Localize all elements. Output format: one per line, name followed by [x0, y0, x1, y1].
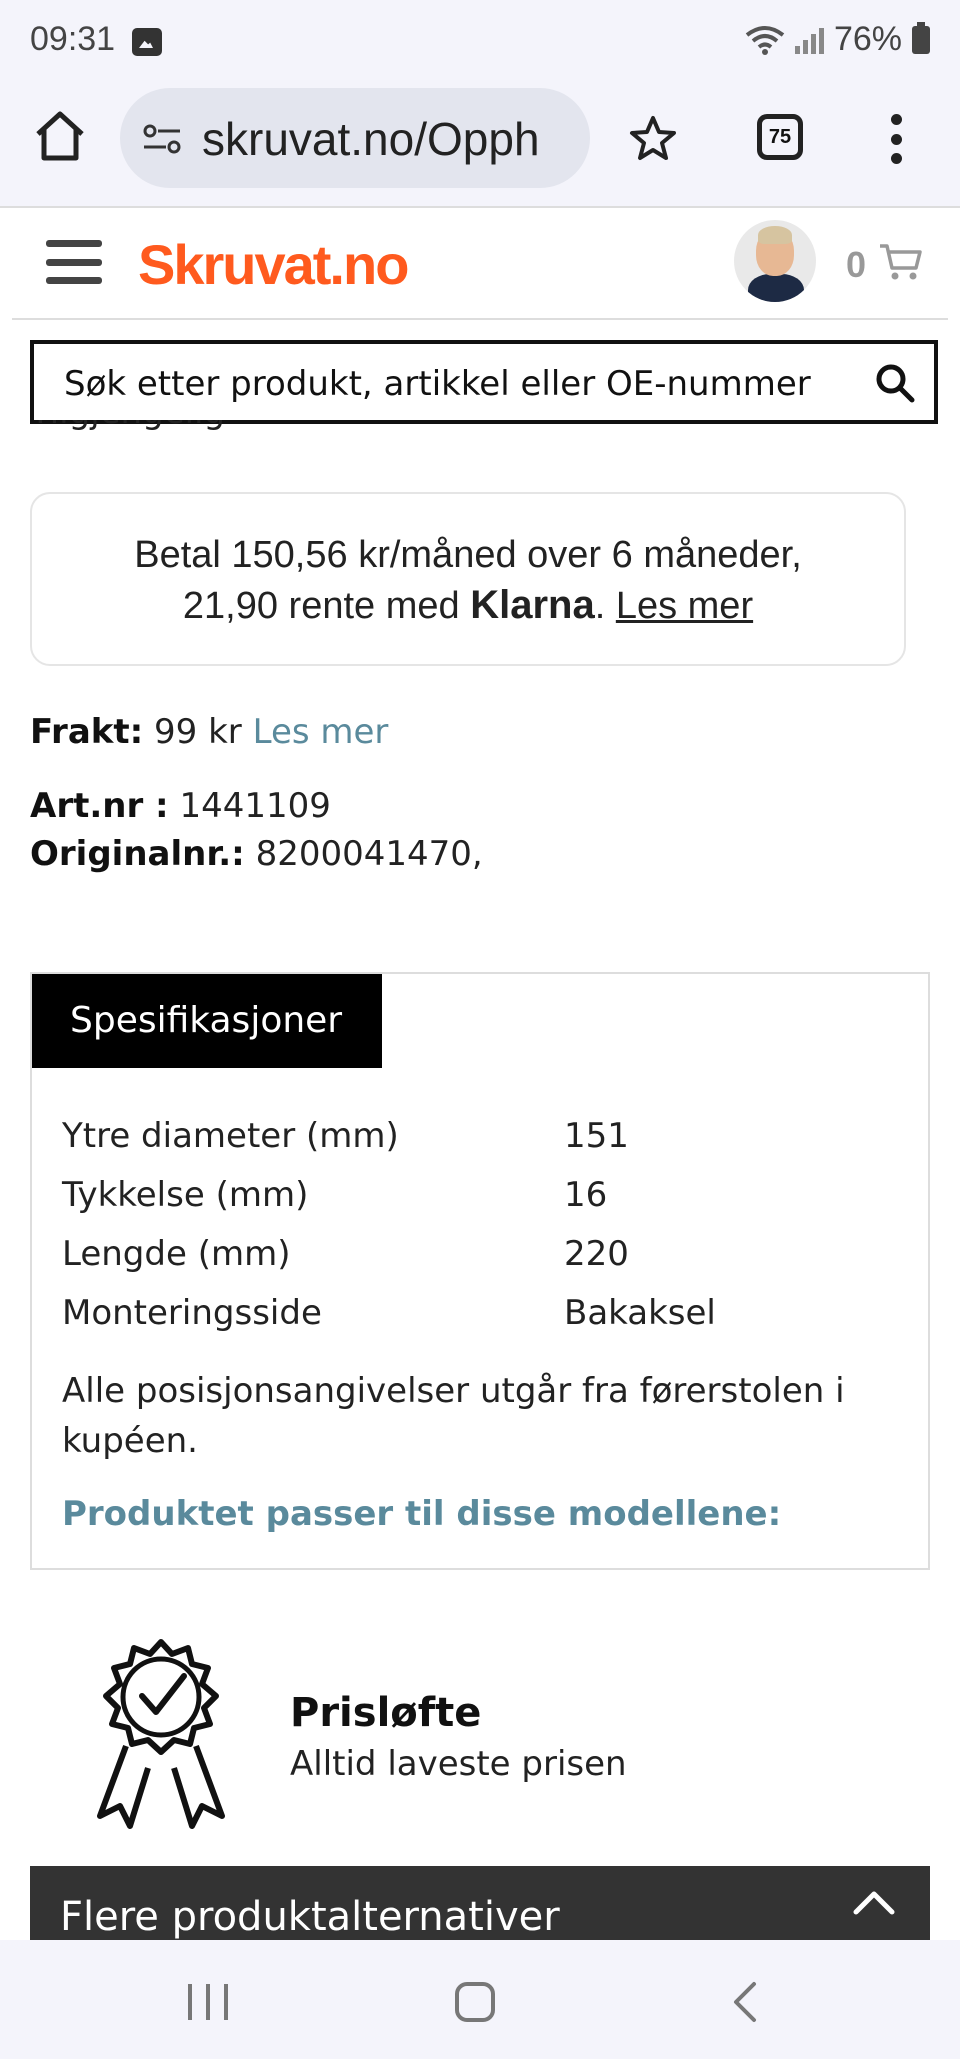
price-promise-subtitle: Alltid laveste prisen [290, 1744, 627, 1784]
signal-icon [794, 26, 824, 54]
site-settings-icon[interactable] [142, 124, 182, 154]
compatible-models-link[interactable]: Produktet passer til disse modellene: [62, 1494, 781, 1534]
clipped-text: Tilgjengelig [30, 420, 290, 450]
recent-apps-icon[interactable] [188, 1984, 228, 2020]
back-icon[interactable] [728, 1980, 762, 2024]
address-bar[interactable]: skruvat.no/Opph [120, 88, 590, 188]
klarna-line-2: 21,90 rente med Klarna. Les mer [182, 583, 754, 627]
home-button-icon[interactable] [455, 1982, 495, 2022]
url-text[interactable]: skruvat.no/Opph [202, 112, 572, 166]
status-bar: 09:31 76% [0, 0, 960, 84]
klarna-brand: Klarna [470, 583, 595, 627]
wifi-icon [745, 25, 785, 55]
spec-row: Lengde (mm) 220 [62, 1233, 629, 1274]
browser-menu-icon[interactable] [888, 114, 904, 164]
specifications-panel: Spesifikasjoner Ytre diameter (mm) 151 Ty… [30, 972, 930, 1570]
cart-icon[interactable] [878, 242, 922, 282]
original-number: Originalnr.: 8200041470, [30, 834, 483, 874]
chevron-up-icon[interactable] [852, 1888, 896, 1916]
spec-row: Ytre diameter (mm) 151 [62, 1115, 629, 1156]
site-logo[interactable]: Skruvat.no [138, 232, 409, 297]
battery-percent: 76% [833, 20, 902, 58]
browser-toolbar: skruvat.no/Opph 75 [0, 84, 960, 208]
system-nav-bar [0, 1940, 960, 2059]
price-promise-title: Prisløfte [290, 1690, 482, 1736]
cart-count[interactable]: 0 [846, 244, 866, 286]
shipping-read-more-link[interactable]: Les mer [253, 712, 389, 752]
hamburger-menu-icon[interactable] [46, 240, 102, 284]
shipping-info: Frakt: 99 kr Les mer [30, 712, 389, 752]
more-alternatives-accordion[interactable]: Flere produktalternativer [30, 1866, 930, 1940]
article-number: Art.nr : 1441109 [30, 786, 331, 826]
avatar[interactable] [734, 220, 816, 302]
search-placeholder[interactable]: Søk etter produkt, artikkel eller OE-num… [64, 364, 811, 404]
accordion-label[interactable]: Flere produktalternativer [60, 1894, 560, 1940]
klarna-line-1: Betal 150,56 kr/måned over 6 måneder, [134, 534, 802, 576]
klarna-read-more-link[interactable]: Les mer [616, 585, 753, 627]
status-time: 09:31 [30, 20, 116, 58]
tab-specifications[interactable]: Spesifikasjoner [32, 974, 382, 1068]
home-icon[interactable] [34, 110, 86, 162]
status-indicators: 76% [745, 20, 930, 59]
award-badge-icon [97, 1639, 225, 1829]
battery-icon [912, 21, 930, 54]
gallery-notification-icon [132, 28, 162, 56]
spec-row: Monteringsside Bakaksel [62, 1292, 716, 1333]
search-icon[interactable] [874, 362, 916, 404]
spec-row: Tykkelse (mm) 16 [62, 1174, 608, 1215]
bookmark-star-icon[interactable] [628, 114, 678, 164]
site-header: Skruvat.no 0 [12, 210, 948, 320]
klarna-financing-box: Betal 150,56 kr/måned over 6 måneder, 21… [30, 492, 906, 666]
position-note: Alle posisjonsangivelser utgår fra fører… [62, 1371, 845, 1461]
tab-switcher-button[interactable]: 75 [757, 114, 803, 160]
spec-table: Ytre diameter (mm) 151 Tykkelse (mm) 16 Le… [62, 1106, 902, 1342]
search-input[interactable]: Søk etter produkt, artikkel eller OE-num… [30, 340, 938, 424]
